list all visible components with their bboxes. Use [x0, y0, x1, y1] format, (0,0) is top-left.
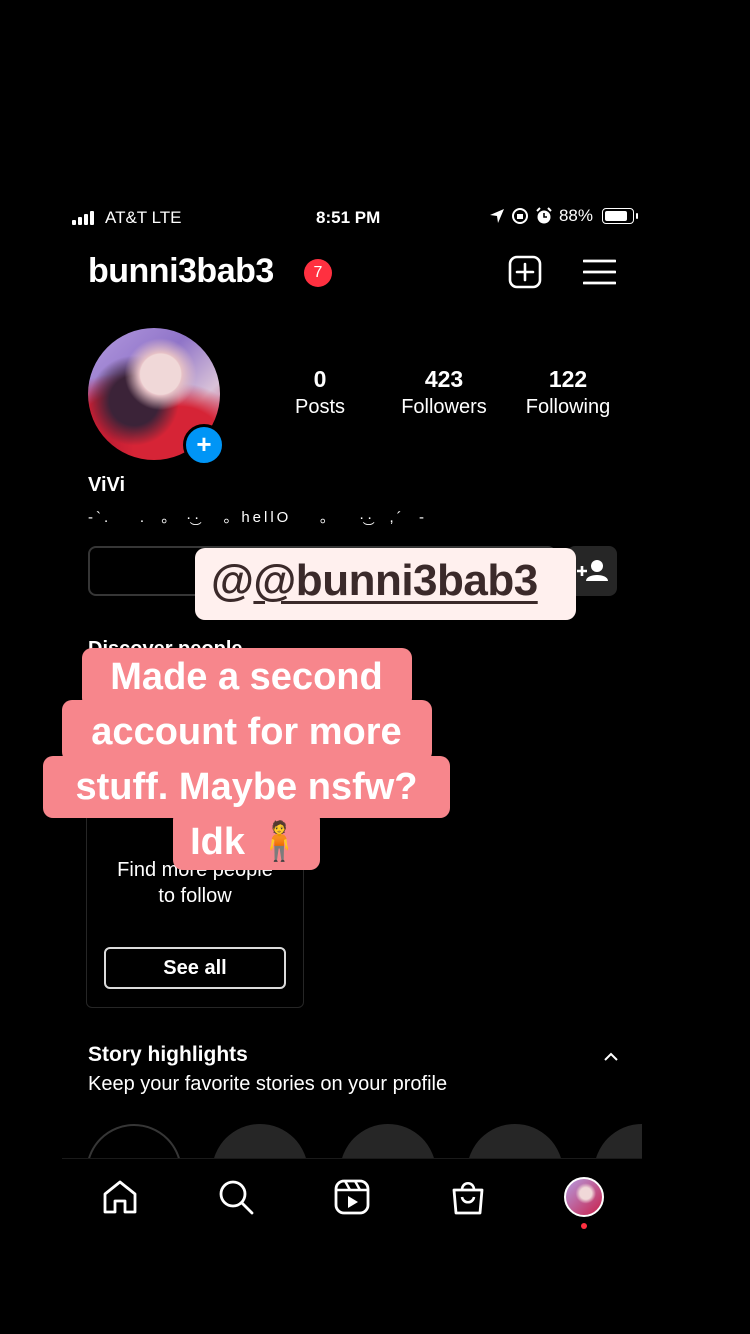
highlights-row: [62, 1120, 642, 1158]
carrier-label: AT&T LTE: [105, 208, 182, 227]
notification-badge[interactable]: 7: [304, 259, 332, 287]
find-text-line2: to follow: [158, 885, 232, 907]
status-time: 8:51 PM: [316, 208, 381, 227]
battery-percent: 88%: [558, 206, 593, 225]
posts-count: 0: [313, 366, 327, 392]
highlight-new[interactable]: [86, 1124, 182, 1158]
shop-icon[interactable]: [448, 1177, 488, 1217]
orientation-lock-icon: [511, 208, 528, 224]
followers-stat[interactable]: 423 Followers: [384, 366, 504, 419]
following-count: 122: [548, 366, 588, 392]
menu-icon[interactable]: [583, 258, 616, 286]
location-arrow-icon: [489, 209, 504, 223]
story-highlights-subtitle: Keep your favorite stories on your profi…: [88, 1073, 448, 1095]
see-all-button[interactable]: See all: [104, 947, 286, 989]
chevron-up-icon[interactable]: [602, 1050, 620, 1064]
caption-line-1: Made a second: [110, 656, 383, 698]
find-text-line1: Find more people: [117, 859, 273, 881]
status-bar: AT&T LTE 8:51 PM 88%: [72, 204, 638, 234]
bottom-tab-bar: [62, 1158, 642, 1239]
posts-label: Posts: [294, 396, 346, 418]
add-story-button[interactable]: +: [183, 424, 225, 466]
followers-label: Followers: [401, 396, 487, 418]
following-label: Following: [525, 396, 611, 418]
mention-text: @bunni3bab3: [253, 556, 538, 605]
highlight-placeholder: [467, 1124, 563, 1158]
profile-tab-avatar[interactable]: [564, 1177, 604, 1217]
profile-bio: -`. . ｡ ·͜· ｡ hellO ｡ ·͜· ,´ -: [88, 509, 428, 526]
caption-line-2: account for more: [91, 711, 402, 753]
highlight-placeholder: [594, 1124, 642, 1158]
discover-people-title: Discover people: [88, 638, 243, 660]
home-icon[interactable]: [100, 1177, 140, 1217]
find-people-text: Find more people to follow: [87, 857, 303, 909]
battery-icon: [602, 208, 638, 224]
profile-username[interactable]: bunni3bab3: [88, 252, 274, 291]
profile-tab-indicator: [581, 1223, 587, 1229]
alarm-icon: [536, 207, 552, 224]
followers-count: 423: [424, 366, 464, 392]
mention-sticker: @@bunni3bab3: [195, 548, 576, 620]
highlight-placeholder: [340, 1124, 436, 1158]
posts-stat[interactable]: 0 Posts: [260, 366, 380, 419]
signal-icon: [72, 211, 98, 225]
following-stat[interactable]: 122 Following: [508, 366, 628, 419]
find-people-card: Find more people to follow See all: [86, 770, 304, 1008]
story-highlights-title: Story highlights: [88, 1043, 248, 1066]
reels-icon[interactable]: [332, 1177, 372, 1217]
display-name: ViVi: [88, 474, 126, 496]
search-icon[interactable]: [216, 1177, 256, 1217]
highlight-placeholder: [212, 1124, 308, 1158]
new-post-icon[interactable]: [508, 255, 542, 289]
